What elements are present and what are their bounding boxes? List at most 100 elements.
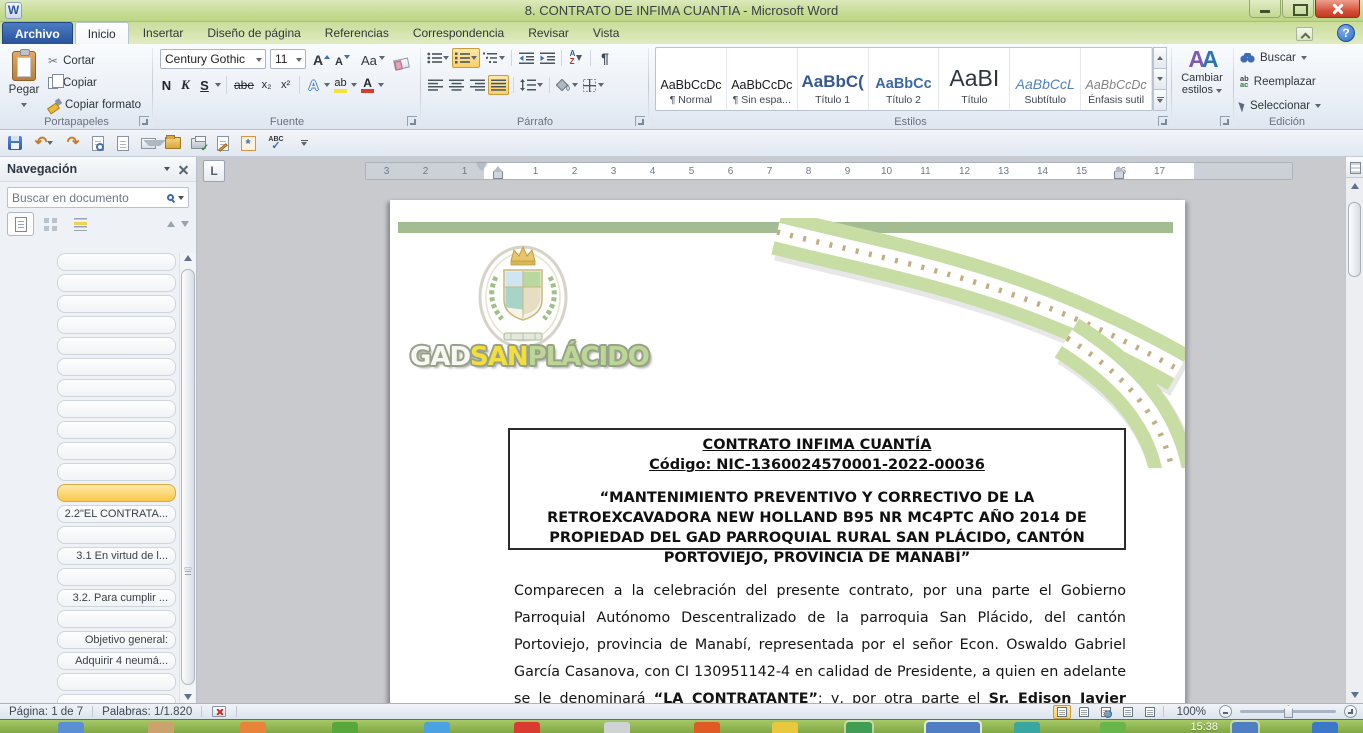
font-name-combobox[interactable]: Century Gothic — [160, 49, 266, 69]
paragraph-dialog-launcher-icon[interactable] — [635, 116, 645, 126]
word-count-status[interactable]: Palabras: 1/1.820 — [93, 706, 201, 718]
customize-qat-button[interactable] — [295, 134, 313, 152]
line-spacing-button[interactable] — [518, 75, 545, 95]
decrease-indent-button[interactable] — [516, 48, 536, 68]
bold-button[interactable]: N — [158, 75, 175, 95]
nav-heading-item[interactable]: Objetivo general: — [57, 631, 176, 649]
sort-button[interactable]: AZ — [566, 48, 586, 68]
increase-indent-button[interactable] — [537, 48, 557, 68]
paste-button[interactable]: Pegar — [4, 47, 44, 123]
taskbar-icon[interactable] — [604, 722, 630, 733]
change-case-button[interactable]: Aa — [359, 49, 387, 69]
nav-heading-item[interactable] — [57, 253, 176, 271]
nav-heading-item[interactable]: 3.1 En virtud de l... — [57, 547, 176, 565]
tab-archivo[interactable]: Archivo — [2, 22, 73, 44]
outline-view-button[interactable] — [1119, 705, 1137, 719]
style-subtitle[interactable]: AaBbCcL Subtítulo — [1010, 48, 1081, 110]
taskbar-icon[interactable] — [772, 722, 798, 733]
tab-inicio[interactable]: Inicio — [75, 22, 129, 44]
copy-button[interactable]: Copiar — [48, 72, 97, 93]
taskbar-icon[interactable] — [424, 722, 450, 733]
clipboard-dialog-launcher-icon[interactable] — [139, 116, 149, 126]
align-right-button[interactable] — [467, 75, 487, 95]
previous-result-icon[interactable] — [167, 221, 175, 227]
attach-button[interactable] — [139, 134, 157, 152]
format-painter-button[interactable]: Copiar formato — [48, 94, 141, 115]
select-button[interactable]: Seleccionar — [1240, 96, 1321, 116]
open-button[interactable] — [164, 134, 182, 152]
font-color-dropdown-icon[interactable] — [378, 83, 384, 87]
subscript-button[interactable]: x₂ — [258, 75, 275, 95]
hanging-indent-marker[interactable] — [493, 171, 503, 179]
zoom-slider[interactable] — [1240, 710, 1336, 713]
taskbar-icon[interactable] — [926, 722, 980, 733]
nav-heading-item[interactable] — [57, 358, 176, 376]
edit-document-button[interactable] — [214, 134, 232, 152]
nav-scroll-thumb[interactable] — [181, 269, 195, 685]
taskbar-icon[interactable] — [1014, 722, 1040, 733]
save-button[interactable] — [6, 134, 24, 152]
multilevel-list-button[interactable] — [481, 48, 507, 68]
align-left-button[interactable] — [425, 75, 445, 95]
nav-heading-item[interactable]: 2.2"EL CONTRATA... — [57, 505, 176, 523]
search-icon[interactable] — [167, 194, 174, 201]
print-layout-view-button[interactable] — [1053, 705, 1071, 719]
zoom-slider-thumb[interactable] — [1284, 705, 1293, 718]
style-heading-2[interactable]: AaBbCc Título 2 — [869, 48, 940, 110]
text-effects-dropdown-icon[interactable] — [324, 83, 330, 87]
nav-heading-item[interactable] — [57, 379, 176, 397]
styles-expand-gallery-icon[interactable] — [1153, 90, 1167, 111]
styles-scroll-up-icon[interactable] — [1153, 47, 1167, 69]
minimize-window-button[interactable] — [1249, 0, 1281, 18]
nav-heading-item[interactable] — [57, 610, 176, 628]
zoom-level[interactable]: 100% — [1168, 706, 1215, 718]
nav-tab-browse-pages[interactable] — [37, 212, 64, 236]
superscript-button[interactable]: x² — [277, 75, 294, 95]
contract-body-paragraph[interactable]: Comparecen a la celebración del presente… — [514, 578, 1126, 703]
nav-heading-item[interactable] — [57, 295, 176, 313]
toggle-ruler-button[interactable] — [1346, 157, 1363, 178]
underline-dropdown-icon[interactable] — [215, 83, 221, 87]
full-screen-reading-view-button[interactable] — [1075, 705, 1093, 719]
font-size-combobox[interactable]: 11 — [270, 49, 306, 69]
nav-heading-item[interactable] — [57, 463, 176, 481]
cut-button[interactable]: ✂ Cortar — [48, 50, 95, 71]
tab-stop-selector[interactable]: L — [203, 160, 225, 182]
minimize-ribbon-icon[interactable] — [1296, 27, 1313, 41]
justify-button[interactable] — [488, 75, 509, 95]
nav-heading-item[interactable]: 3.2. Para cumplir ... — [57, 589, 176, 607]
navigation-scrollbar[interactable] — [179, 253, 196, 703]
tab-referencias[interactable]: Referencias — [313, 22, 401, 44]
print-preview-button[interactable] — [89, 134, 107, 152]
style-no-spacing[interactable]: AaBbCcDc ¶ Sin espa... — [727, 48, 798, 110]
taskbar-icon[interactable] — [58, 722, 84, 733]
font-color-button[interactable]: A — [359, 75, 376, 95]
nav-tab-browse-results[interactable] — [67, 212, 94, 236]
quick-print-button[interactable]: ✓ — [189, 134, 207, 152]
numbering-button[interactable] — [452, 48, 480, 68]
nav-heading-item[interactable] — [57, 400, 176, 418]
nav-scroll-down-icon[interactable] — [184, 694, 192, 700]
nav-heading-item[interactable]: Adquirir 4 neumá... — [57, 652, 176, 670]
shading-button[interactable] — [554, 75, 580, 95]
nav-heading-item[interactable] — [57, 421, 176, 439]
tab-vista[interactable]: Vista — [581, 22, 631, 44]
styles-dialog-launcher-icon[interactable] — [1158, 116, 1168, 126]
nav-heading-item[interactable] — [57, 484, 176, 502]
strikethrough-button[interactable]: abe — [232, 75, 256, 95]
close-pane-icon[interactable] — [178, 164, 189, 175]
draft-view-button[interactable] — [1141, 705, 1159, 719]
find-button[interactable]: Buscar — [1240, 48, 1307, 68]
proofing-errors-icon[interactable] — [212, 706, 226, 717]
tab-correspondencia[interactable]: Correspondencia — [401, 22, 516, 44]
scroll-thumb[interactable] — [1348, 202, 1361, 277]
grow-font-button[interactable]: A — [311, 49, 332, 69]
horizontal-ruler[interactable]: 321 1234567891011121314151617 — [365, 162, 1293, 180]
replace-button[interactable]: abac Reemplazar — [1240, 72, 1316, 92]
next-result-icon[interactable] — [181, 221, 189, 227]
page-count-status[interactable]: Página: 1 de 7 — [0, 706, 92, 718]
nav-scroll-up-icon[interactable] — [184, 255, 192, 261]
insert-button[interactable]: * — [239, 134, 257, 152]
taskbar-icon[interactable] — [694, 722, 720, 733]
italic-button[interactable]: K — [177, 75, 194, 95]
